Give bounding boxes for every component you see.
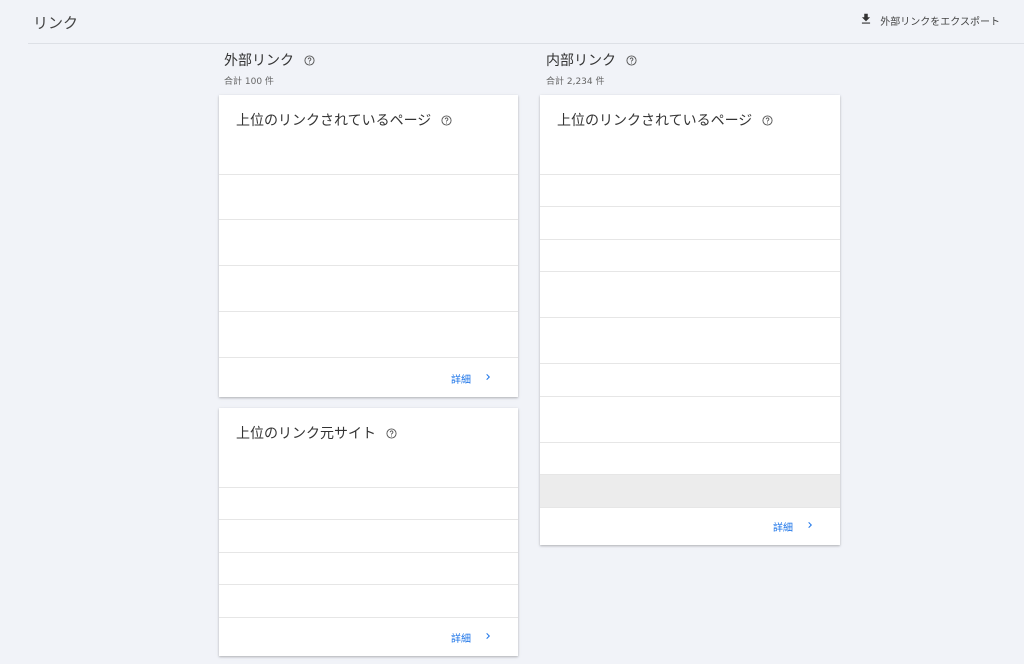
help-icon[interactable] (304, 54, 315, 66)
help-icon[interactable] (441, 114, 452, 126)
download-icon (859, 12, 880, 29)
chevron-right-icon (471, 371, 494, 386)
table-row[interactable] (219, 265, 518, 312)
header-divider (28, 43, 1024, 44)
table-row[interactable] (219, 174, 518, 220)
external-links-header: 外部リンク 合計 100 件 (224, 50, 315, 87)
external-top-linked-pages-card: 上位のリンクされているページ 詳細 (219, 95, 518, 397)
help-icon[interactable] (386, 427, 397, 439)
help-icon[interactable] (762, 114, 773, 126)
table-row[interactable] (540, 174, 840, 207)
table-row[interactable] (219, 311, 518, 358)
table-row[interactable] (219, 487, 518, 520)
table-row[interactable] (540, 396, 840, 443)
table-row[interactable] (540, 363, 840, 397)
details-link[interactable]: 詳細 (451, 371, 494, 386)
card-title: 上位のリンクされているページ (236, 113, 432, 129)
details-label: 詳細 (451, 634, 471, 645)
external-links-total: 合計 100 件 (224, 77, 274, 87)
table-row[interactable] (540, 206, 840, 240)
table-row[interactable] (219, 584, 518, 618)
internal-top-linked-pages-card: 上位のリンクされているページ 詳細 (540, 95, 840, 545)
table-row[interactable] (540, 474, 840, 508)
table-row[interactable] (219, 219, 518, 266)
internal-links-header: 内部リンク 合計 2,234 件 (546, 50, 637, 87)
export-label: 外部リンクをエクスポート (880, 17, 1000, 28)
export-external-links-button[interactable]: 外部リンクをエクスポート (859, 12, 1000, 29)
table-row[interactable] (540, 317, 840, 364)
table-row[interactable] (540, 442, 840, 475)
card-title: 上位のリンクされているページ (557, 113, 753, 129)
page-title: リンク (33, 14, 79, 32)
details-link[interactable]: 詳細 (451, 630, 494, 645)
external-top-linking-sites-card: 上位のリンク元サイト 詳細 (219, 408, 518, 656)
help-icon[interactable] (626, 54, 637, 66)
table-row[interactable] (540, 239, 840, 272)
table-row[interactable] (219, 552, 518, 585)
table-row[interactable] (540, 271, 840, 318)
details-label: 詳細 (773, 523, 793, 534)
chevron-right-icon (793, 519, 816, 534)
table-row[interactable] (219, 519, 518, 553)
internal-links-heading: 内部リンク (546, 53, 616, 69)
external-links-heading: 外部リンク (224, 53, 294, 69)
top-bar: リンク 外部リンクをエクスポート (0, 0, 1024, 44)
card-title: 上位のリンク元サイト (236, 426, 376, 442)
internal-links-total: 合計 2,234 件 (546, 77, 605, 87)
chevron-right-icon (471, 630, 494, 645)
details-link[interactable]: 詳細 (773, 519, 816, 534)
details-label: 詳細 (451, 375, 471, 386)
